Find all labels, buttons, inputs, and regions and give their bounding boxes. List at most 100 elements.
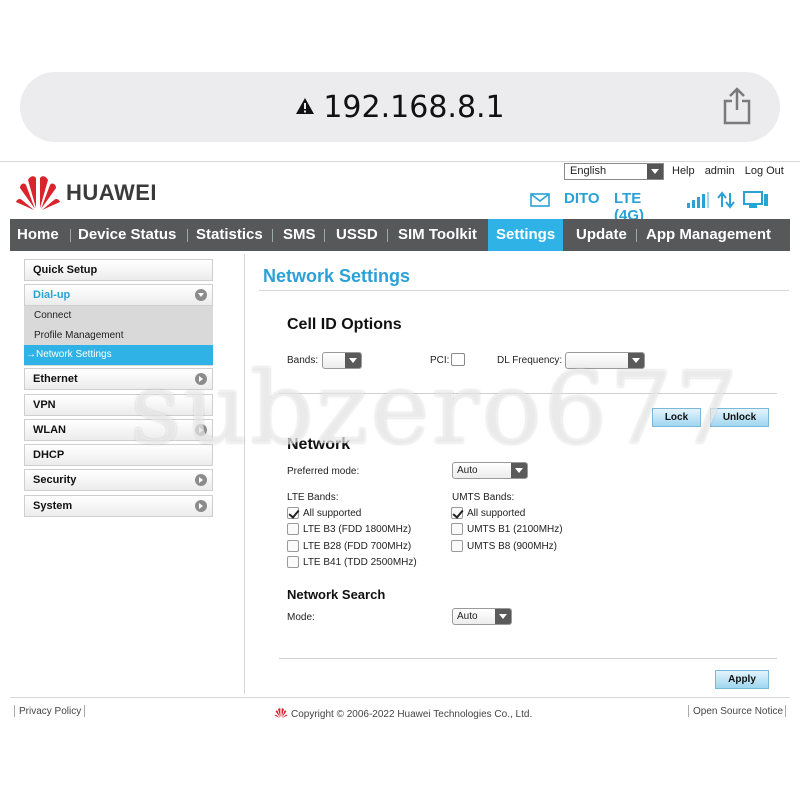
nav-sms[interactable]: SMS (283, 219, 316, 251)
lte-bands-label: LTE Bands: (287, 492, 339, 503)
nav-divider (272, 229, 273, 242)
chevron-down-icon (195, 289, 207, 301)
user-link[interactable]: admin (705, 165, 735, 177)
option-label: LTE B41 (TDD 2500MHz) (303, 557, 417, 568)
preferred-mode-select[interactable]: Auto (452, 462, 528, 479)
nav-divider (324, 229, 325, 242)
nav-settings[interactable]: Settings (488, 219, 564, 251)
bands-label: Bands: (287, 355, 319, 366)
warning-triangle-icon (296, 97, 315, 114)
option-label: LTE B3 (FDD 1800MHz) (303, 524, 412, 535)
bands-select[interactable] (322, 352, 362, 369)
chevron-right-icon (195, 474, 207, 486)
sidebar-item-system[interactable]: System (24, 495, 213, 517)
sidebar-item-dial-up[interactable]: Dial-up (24, 284, 213, 306)
nav-divider (636, 229, 637, 242)
checkbox[interactable] (287, 540, 299, 552)
unlock-button[interactable]: Unlock (710, 408, 769, 427)
top-links: Help admin Log Out (672, 165, 791, 177)
sidebar-subitem-profile-management[interactable]: Profile Management (24, 326, 213, 346)
option-label: LTE B28 (FDD 700MHz) (303, 541, 412, 552)
sidebar-item-dhcp[interactable]: DHCP (24, 444, 213, 466)
umts-band-option[interactable]: UMTS B1 (2100MHz) (451, 523, 563, 537)
privacy-policy-link[interactable]: Privacy Policy (19, 706, 81, 717)
umts-band-option[interactable]: UMTS B8 (900MHz) (451, 540, 557, 554)
page-title: Network Settings (263, 266, 411, 286)
mode-label: Mode: (287, 612, 315, 623)
lte-band-option[interactable]: LTE B3 (FDD 1800MHz) (287, 523, 411, 537)
option-label: UMTS B1 (2100MHz) (467, 524, 563, 535)
main-nav: Home Device Status Statistics SMS USSD S… (10, 219, 790, 251)
brand-name: HUAWEI (66, 180, 157, 205)
search-mode-select[interactable]: Auto (452, 608, 512, 625)
cell-id-heading: Cell ID Options (287, 316, 402, 333)
sidebar-item-label: Ethernet (33, 373, 78, 385)
checkbox[interactable] (287, 556, 299, 568)
lte-band-option[interactable]: LTE B41 (TDD 2500MHz) (287, 556, 417, 570)
logout-link[interactable]: Log Out (745, 165, 784, 177)
carrier-name: DITO (564, 190, 600, 207)
sidebar-item-ethernet[interactable]: Ethernet (24, 368, 213, 390)
nav-divider (187, 229, 188, 242)
open-source-notice-link[interactable]: Open Source Notice (693, 706, 783, 717)
nav-divider (70, 229, 71, 242)
copyright-text: Copyright © 2006-2022 Huawei Technologie… (291, 709, 533, 720)
chevron-down-icon (495, 609, 511, 624)
checkbox[interactable] (287, 523, 299, 535)
dial-up-submenu: Connect Profile Management →Network Sett… (24, 306, 213, 366)
footer-divider (688, 705, 689, 717)
nav-device-status[interactable]: Device Status (78, 219, 176, 251)
address-bar[interactable]: 192.168.8.1 (20, 72, 780, 142)
chevron-right-icon (195, 373, 207, 385)
lte-band-option[interactable]: All supported (287, 507, 361, 521)
sidebar-item-security[interactable]: Security (24, 469, 213, 491)
sidebar-item-label: Security (33, 474, 77, 486)
checkbox[interactable] (451, 523, 463, 535)
sidebar-item-quick-setup[interactable]: Quick Setup (24, 259, 213, 281)
chevron-right-icon (195, 424, 207, 436)
nav-ussd[interactable]: USSD (336, 219, 378, 251)
divider (10, 697, 790, 698)
nav-home[interactable]: Home (17, 219, 59, 251)
chevron-down-icon (647, 164, 663, 179)
pci-input[interactable] (451, 353, 465, 366)
footer-divider (785, 705, 786, 717)
network-search-heading: Network Search (287, 587, 386, 602)
checkbox[interactable] (451, 540, 463, 552)
sidebar-item-wlan[interactable]: WLAN (24, 419, 213, 441)
divider (259, 290, 789, 291)
checkbox[interactable] (287, 507, 299, 519)
checkbox[interactable] (451, 507, 463, 519)
sidebar-item-label: WLAN (33, 424, 66, 436)
sidebar-item-label: Quick Setup (33, 264, 98, 276)
url-text: 192.168.8.1 (323, 90, 505, 125)
apply-button[interactable]: Apply (715, 670, 769, 689)
option-label: All supported (303, 508, 362, 519)
sidebar-subitem-network-settings[interactable]: →Network Settings (24, 345, 213, 365)
sidebar-item-vpn[interactable]: VPN (24, 394, 213, 416)
url-display[interactable]: 192.168.8.1 (20, 90, 780, 125)
language-select[interactable]: English (564, 163, 664, 180)
mail-icon[interactable] (530, 193, 550, 207)
lte-band-option[interactable]: LTE B28 (FDD 700MHz) (287, 540, 411, 554)
share-icon[interactable] (722, 86, 752, 126)
divider (244, 254, 245, 694)
nav-app-management[interactable]: App Management (646, 219, 771, 251)
nav-sim-toolkit[interactable]: SIM Toolkit (398, 219, 477, 251)
sidebar-item-label: DHCP (33, 449, 65, 461)
sidebar-item-label: Dial-up (33, 289, 71, 301)
huawei-logo-icon (16, 176, 60, 210)
sidebar-subitem-connect[interactable]: Connect (24, 306, 213, 326)
chevron-down-icon (628, 353, 644, 368)
sidebar-item-label: VPN (33, 399, 56, 411)
umts-band-option[interactable]: All supported (451, 507, 525, 521)
nav-statistics[interactable]: Statistics (196, 219, 263, 251)
data-transfer-icon (717, 191, 735, 209)
language-value: English (570, 165, 607, 177)
nav-update[interactable]: Update (576, 219, 627, 251)
lock-button[interactable]: Lock (652, 408, 701, 427)
network-heading: Network (287, 436, 351, 453)
help-link[interactable]: Help (672, 165, 695, 177)
nav-divider (387, 229, 388, 242)
dl-frequency-select[interactable] (565, 352, 645, 369)
